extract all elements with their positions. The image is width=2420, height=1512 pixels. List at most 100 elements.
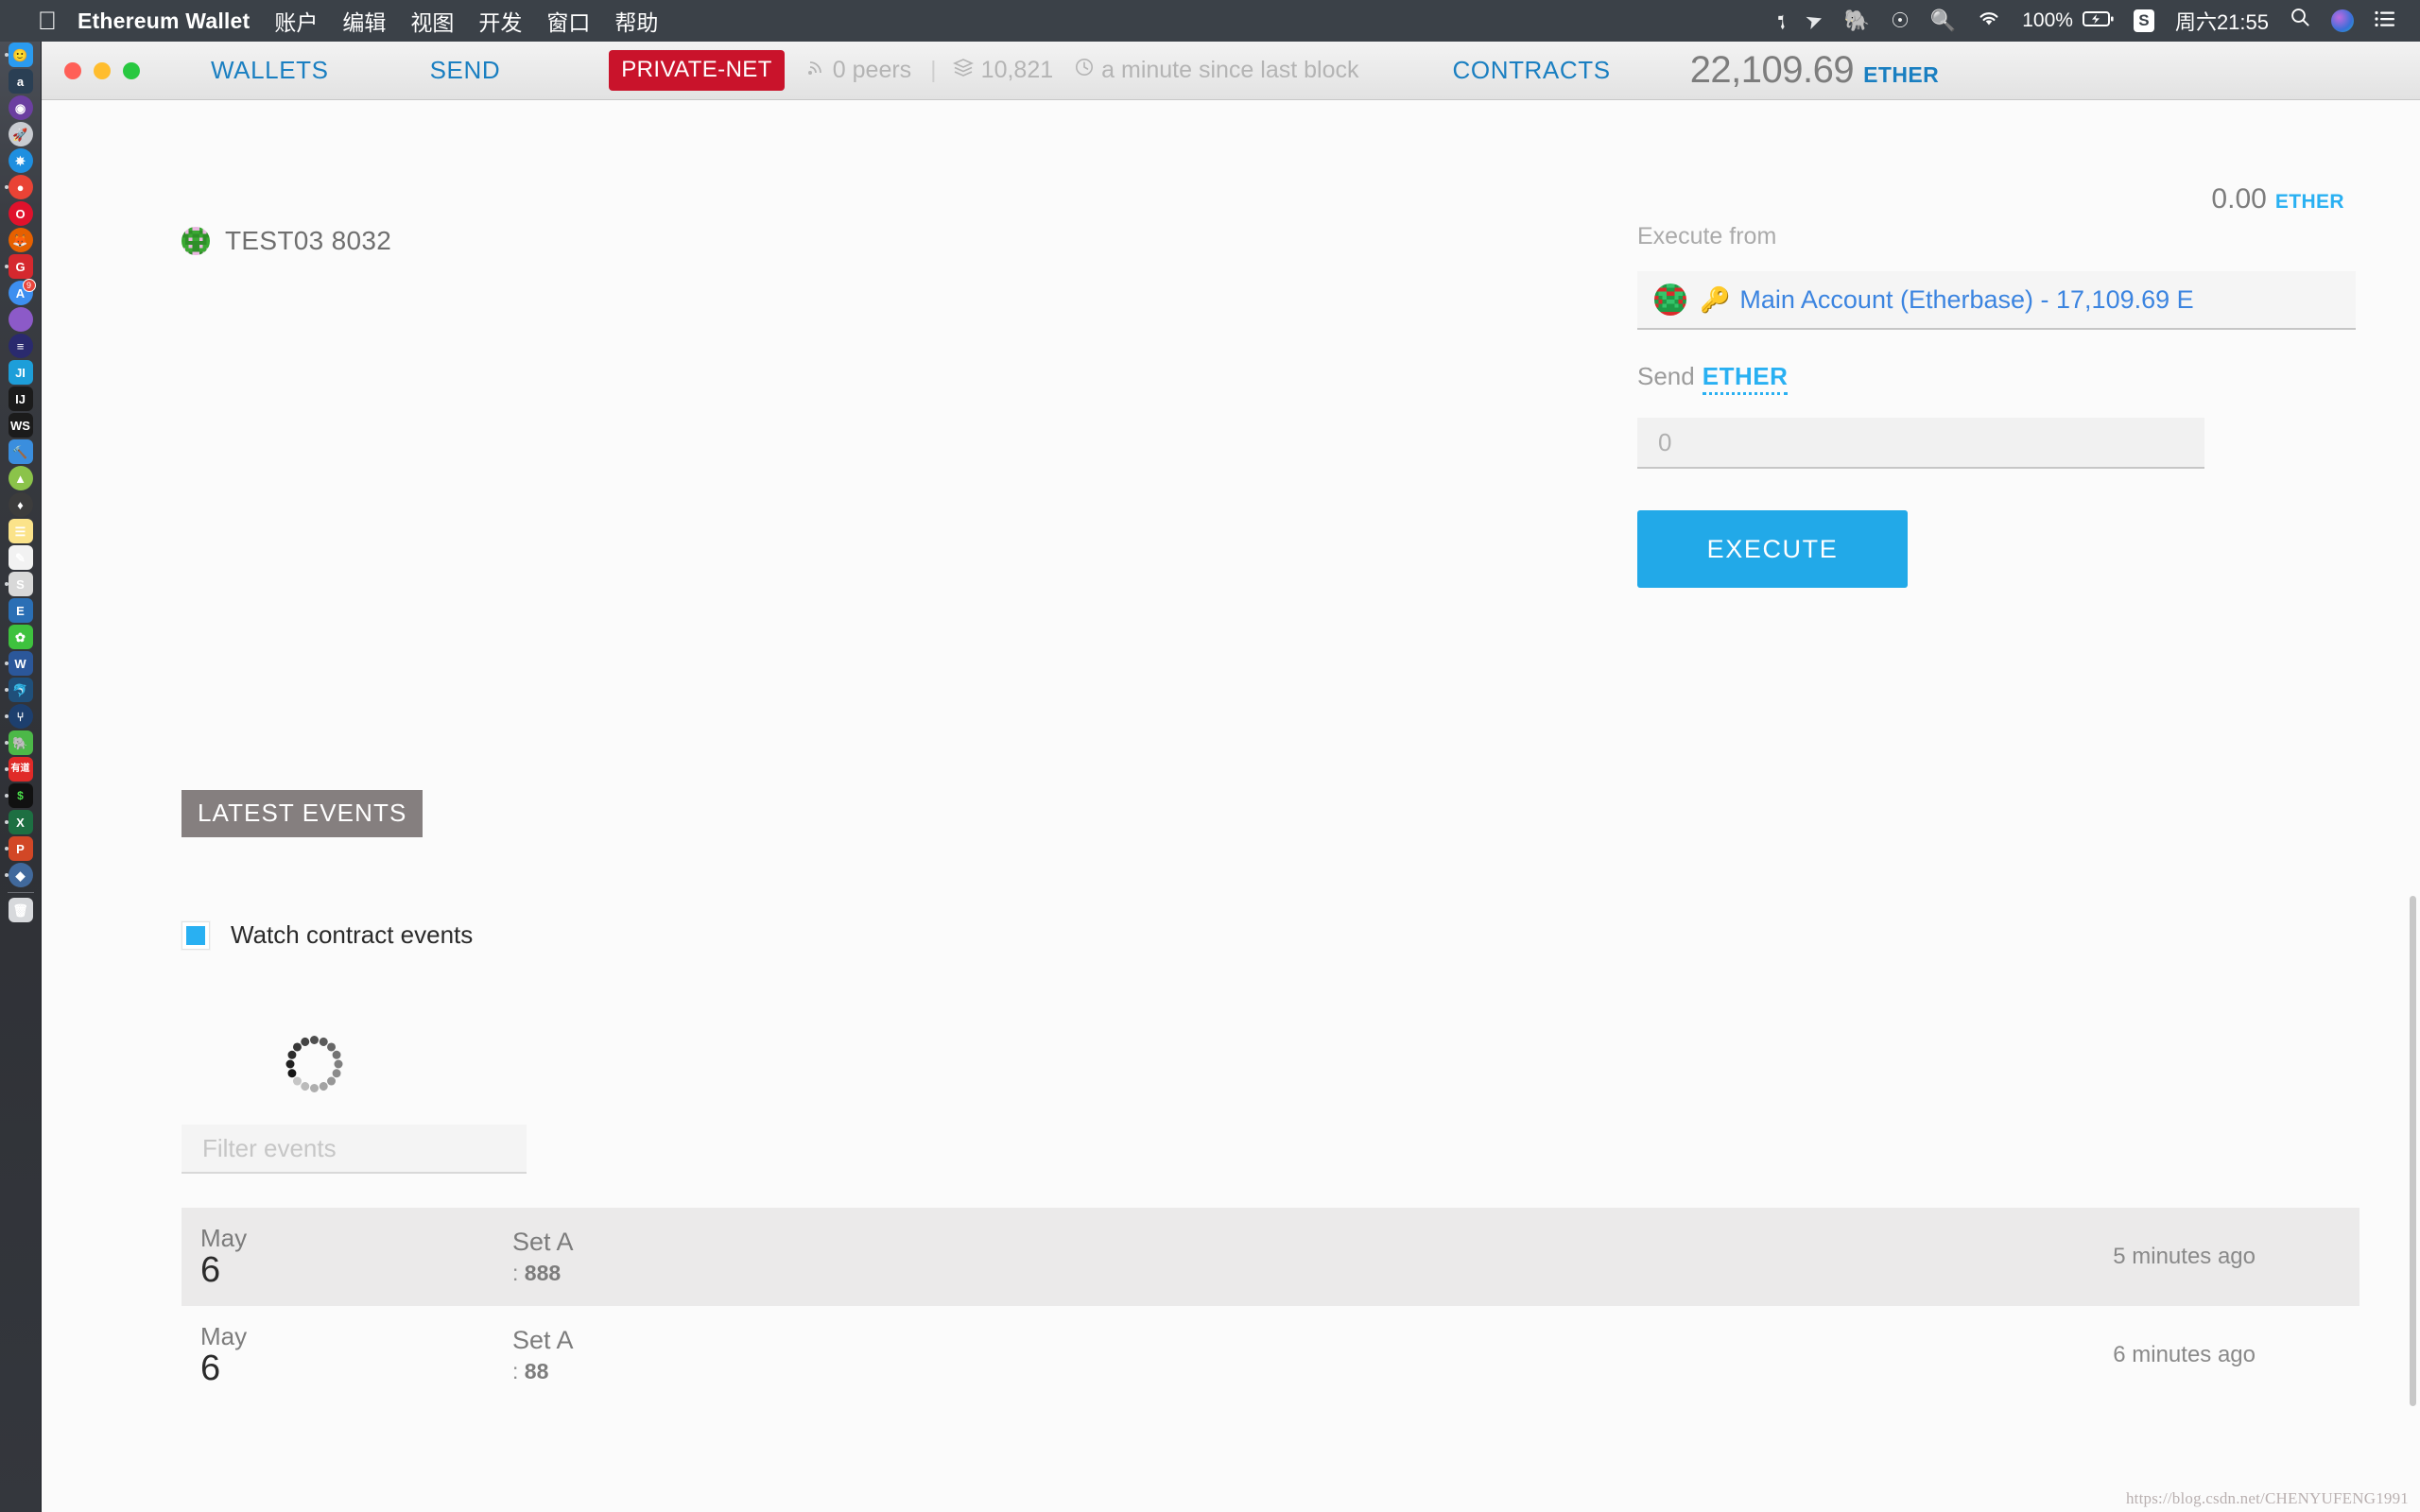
clock-icon <box>1074 57 1095 84</box>
watch-events-checkbox[interactable] <box>182 920 210 950</box>
dock-item-chrome[interactable]: ● <box>4 174 38 200</box>
dock-running-indicator <box>4 794 9 798</box>
event-time: 5 minutes ago <box>2113 1244 2256 1269</box>
evernote-icon[interactable]: 🐘 <box>1844 0 1870 42</box>
events-list: May 6 Set A: 888 5 minutes ago May 6 Set A: 88… <box>182 1208 2360 1404</box>
launchpad-icon: 🚀 <box>8 122 33 146</box>
dock-item-microsoft-powerpoint[interactable]: P <box>4 835 38 862</box>
event-body: Set A: 888 <box>512 1229 2113 1284</box>
execute-from-select[interactable]: 🔑 Main Account (Etherbase) - 17,109.69 E <box>1637 271 2356 330</box>
dropbox-icon[interactable]: ☉ <box>1891 0 1910 42</box>
scrollbar-thumb[interactable] <box>2410 896 2416 1406</box>
dock-item-jetbrains-toolbox[interactable]: JI <box>4 359 38 386</box>
event-row[interactable]: May 6 Set A: 888 5 minutes ago <box>182 1208 2360 1306</box>
dbeaver-icon: ⑂ <box>8 704 33 729</box>
dock-item-amazon[interactable]: a <box>4 68 38 94</box>
dock-item-intellij-idea[interactable]: IJ <box>4 386 38 412</box>
dock-item-notes[interactable]: ☰ <box>4 518 38 544</box>
contract-balance-unit: ETHER <box>2274 191 2344 213</box>
sublime-text-icon: S <box>8 572 33 596</box>
menu-item-edit[interactable]: 编辑 <box>342 5 386 37</box>
spinner-dot <box>309 1036 319 1044</box>
contract-balance: 0.00 ETHER <box>2211 183 2344 215</box>
dock-item-navicat[interactable]: ≡ <box>4 333 38 359</box>
dock-item-notes-2[interactable]: ✎ <box>4 544 38 571</box>
menu-item-view[interactable]: 视图 <box>410 5 454 37</box>
battery-charging-icon[interactable] <box>2082 0 2115 42</box>
execute-from-label: Execute from <box>1637 223 1777 249</box>
notification-center-icon[interactable] <box>2375 0 2395 42</box>
minimize-button[interactable] <box>94 61 111 79</box>
send-amount-input[interactable] <box>1637 418 2204 469</box>
jetbrains-toolbox-icon: JI <box>8 360 33 385</box>
dock-item-ethereum-wallet[interactable]: ◆ <box>4 862 38 888</box>
dock-item-sequel-pro[interactable]: 🐬 <box>4 677 38 703</box>
dock-item-microsoft-excel[interactable]: X <box>4 809 38 835</box>
dock-item-eclipse[interactable]: E <box>4 597 38 624</box>
sogou-input-icon[interactable]: S <box>2133 9 2154 32</box>
menu-app-title[interactable]: Ethereum Wallet <box>78 9 250 34</box>
dock-item-android-studio[interactable]: ▲ <box>4 465 38 491</box>
menu-item-develop[interactable]: 开发 <box>478 5 522 37</box>
safari-icon: ✵ <box>8 148 33 173</box>
finder-icon: 🙂 <box>8 43 33 67</box>
menu-item-window[interactable]: 窗口 <box>546 5 590 37</box>
nav-contracts[interactable]: CONTRACTS <box>1453 56 1611 85</box>
nav-send[interactable]: SEND <box>430 56 501 85</box>
app-toolbar: WALLETS SEND PRIVATE-NET 0 peers | 10,82… <box>42 42 2420 100</box>
close-button[interactable] <box>64 61 81 79</box>
menu-item-accounts[interactable]: 账户 <box>274 5 318 37</box>
dock-item-gitkraken[interactable]: G <box>4 253 38 280</box>
opera-icon: O <box>8 201 33 226</box>
dock-item-cytoscape[interactable]: ✿ <box>4 624 38 650</box>
notes-2-icon: ✎ <box>8 545 33 570</box>
dock-running-indicator <box>4 820 9 824</box>
dock-item-youdao-dictionary[interactable]: 有道 <box>4 756 38 782</box>
apple-menu-icon[interactable]:  <box>30 2 64 40</box>
peers-status: 0 peers <box>805 57 911 84</box>
dock-item-safari[interactable]: ✵ <box>4 147 38 174</box>
block-number: 10,821 <box>980 57 1054 83</box>
menu-item-help[interactable]: 帮助 <box>614 5 658 37</box>
dock-item-firefox[interactable]: 🦊 <box>4 227 38 253</box>
siri-icon[interactable] <box>2331 9 2354 32</box>
dock-item-xcode[interactable]: 🔨 <box>4 438 38 465</box>
menu-clock[interactable]: 周六21:55 <box>2175 6 2269 36</box>
dock-item-opera[interactable]: O <box>4 200 38 227</box>
filter-events-input[interactable] <box>182 1125 527 1174</box>
dock-item-webstorm[interactable]: WS <box>4 412 38 438</box>
notes-icon: ☰ <box>8 519 33 543</box>
watch-events-row[interactable]: Watch contract events <box>182 920 473 950</box>
dock-item-siri[interactable]: ◉ <box>4 94 38 121</box>
execute-button[interactable]: EXECUTE <box>1637 510 1908 588</box>
dock-item-sublime-text[interactable]: S <box>4 571 38 597</box>
dock-running-indicator <box>4 847 9 850</box>
dock-item-ethereum-mist[interactable]: ♦ <box>4 491 38 518</box>
block-status: 10,821 <box>952 57 1053 84</box>
spotlight-alt-icon[interactable]: 🔍 <box>1930 0 1956 42</box>
dock-item-microsoft-word[interactable]: W <box>4 650 38 677</box>
maximize-button[interactable] <box>123 61 140 79</box>
dock-item-trash[interactable]: 🗑 <box>4 897 38 923</box>
dock-item-purple-app[interactable] <box>4 306 38 333</box>
sequel-pro-icon: 🐬 <box>8 678 33 702</box>
purple-app-icon <box>8 307 33 332</box>
blocks-icon <box>952 57 975 84</box>
dock-item-finder[interactable]: 🙂 <box>4 42 38 68</box>
dock-item-dbeaver[interactable]: ⑂ <box>4 703 38 730</box>
dock-item-evernote-dock[interactable]: 🐘 <box>4 730 38 756</box>
dock-item-launchpad[interactable]: 🚀 <box>4 121 38 147</box>
nav-wallets[interactable]: WALLETS <box>211 56 329 85</box>
event-row[interactable]: May 6 Set A: 88 6 minutes ago <box>182 1306 2360 1404</box>
event-body: Set A: 88 <box>512 1328 2113 1383</box>
page-scrollbar[interactable] <box>2408 159 2418 1512</box>
grammarly-icon[interactable]: 𝇞 <box>1778 0 1786 42</box>
dock-item-app-store[interactable]: A9 <box>4 279 38 306</box>
dock-item-terminal[interactable]: $ <box>4 782 38 809</box>
wifi-icon[interactable] <box>1977 0 2001 42</box>
telegram-icon[interactable]: ➤ <box>1799 0 1829 43</box>
send-currency-select[interactable]: ETHER <box>1702 362 1789 395</box>
spinner-dot <box>285 1059 294 1069</box>
search-icon[interactable] <box>2290 0 2310 42</box>
checkbox-checked-mark <box>186 925 205 945</box>
